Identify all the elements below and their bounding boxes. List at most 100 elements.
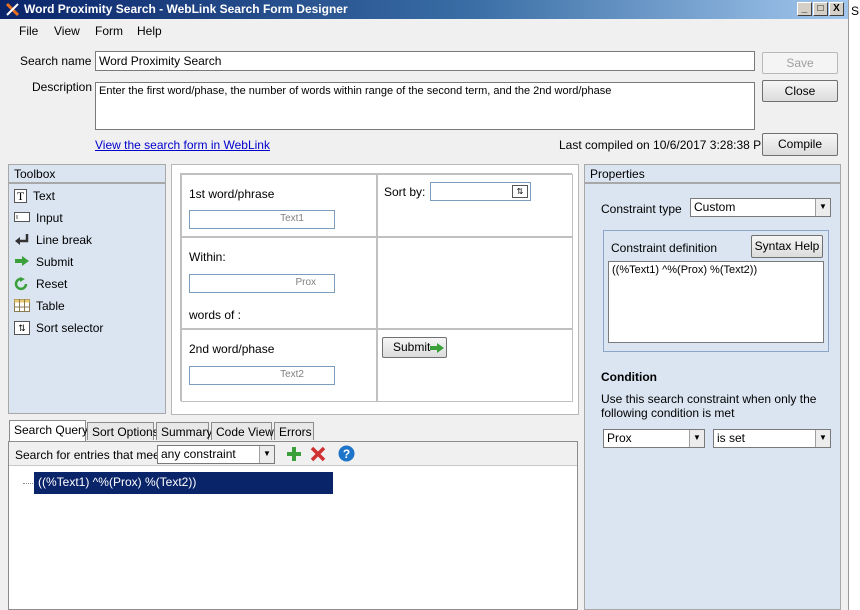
toolbox-item-submit[interactable]: Submit <box>14 254 73 274</box>
submit-label: Submit <box>393 340 431 354</box>
compile-button[interactable]: Compile <box>762 133 838 156</box>
maximize-button[interactable]: □ <box>813 2 828 16</box>
text2-input[interactable]: Text2 <box>189 366 335 385</box>
chevron-down-icon: ▼ <box>689 430 704 447</box>
syntax-help-button[interactable]: Syntax Help <box>751 235 823 258</box>
constraint-definition-input[interactable]: ((%Text1) ^%(Prox) %(Text2)) <box>608 261 824 343</box>
tab-summary[interactable]: Summary <box>156 422 212 440</box>
text1-input[interactable]: Text1 <box>189 210 335 229</box>
condition-field-value: Prox <box>607 431 632 445</box>
condition-title: Condition <box>601 370 657 384</box>
search-name-label: Search name <box>20 54 92 68</box>
table-cell[interactable] <box>377 237 573 329</box>
toolbox-header: Toolbox <box>8 164 166 183</box>
save-button[interactable]: Save <box>762 52 838 74</box>
toolbox-label: Sort selector <box>36 320 104 335</box>
delete-icon[interactable] <box>310 446 326 462</box>
window-title: Word Proximity Search - WebLink Search F… <box>24 2 348 16</box>
description-input[interactable]: Enter the first word/phase, the number o… <box>95 82 755 130</box>
menu-form[interactable]: Form <box>95 24 123 38</box>
svg-text:?: ? <box>343 447 350 461</box>
menu-file[interactable]: File <box>19 24 38 38</box>
condition-operator-value: is set <box>717 431 746 445</box>
toolbox-item-text[interactable]: T Text <box>14 188 55 208</box>
condition-description: Use this search constraint when only the… <box>601 392 817 420</box>
menu-help[interactable]: Help <box>137 24 162 38</box>
toolbox-label: Input <box>36 210 63 225</box>
sort-selector-icon: ⇅ <box>14 320 30 335</box>
words-of-label: words of : <box>189 308 242 322</box>
description-label: Description <box>32 80 93 94</box>
input-tool-icon <box>14 211 30 225</box>
reset-icon <box>14 276 30 291</box>
constraint-type-value: Custom <box>694 200 736 214</box>
sort-by-label: Sort by: <box>384 185 426 199</box>
chevron-down-icon: ▼ <box>259 446 274 463</box>
toolbox-item-table[interactable]: Table <box>14 298 65 318</box>
last-compiled-text: Last compiled on 10/6/2017 3:28:38 PM <box>559 138 772 152</box>
condition-operator-select[interactable]: is set ▼ <box>713 429 831 448</box>
match-value: any constraint <box>161 447 236 461</box>
match-label: Search for entries that meet <box>15 448 164 462</box>
table-icon <box>14 298 30 313</box>
properties-panel: Constraint type Custom ▼ Constraint defi… <box>584 183 841 610</box>
submit-arrow-icon <box>430 343 444 353</box>
close-button[interactable]: Close <box>762 80 838 102</box>
toolbox-label: Line break <box>36 232 93 247</box>
search-name-input[interactable]: Word Proximity Search <box>95 51 755 71</box>
toolbox-item-sort-selector[interactable]: ⇅ Sort selector <box>14 320 103 340</box>
text-tool-icon: T <box>14 188 27 203</box>
layout-table: 1st word/phrase Text1 Sort by: ⇅ Within:… <box>180 173 573 402</box>
design-canvas: 1st word/phrase Text1 Sort by: ⇅ Within:… <box>171 164 579 415</box>
toolbox-label: Submit <box>36 254 74 269</box>
tab-errors[interactable]: Errors <box>274 422 314 440</box>
submit-button[interactable]: Submit <box>382 337 447 358</box>
table-cell[interactable]: Sort by: ⇅ <box>377 174 573 237</box>
toolbox-label: Table <box>36 298 65 313</box>
table-cell[interactable]: 2nd word/phase Text2 <box>181 329 377 402</box>
condition-field-select[interactable]: Prox ▼ <box>603 429 705 448</box>
match-select[interactable]: any constraint ▼ <box>157 445 275 464</box>
toolbox-label: Text <box>33 188 56 203</box>
line-break-icon <box>14 233 30 247</box>
constraint-type-select[interactable]: Custom ▼ <box>690 198 831 217</box>
within-label: Within: <box>189 250 226 264</box>
tab-sort-options[interactable]: Sort Options <box>87 422 159 440</box>
toolbox-label: Reset <box>36 276 68 291</box>
query-toolbar: Search for entries that meet any constra… <box>9 442 577 466</box>
first-word-label: 1st word/phrase <box>189 187 275 201</box>
toolbox-panel: T Text Input Line break Submit Reset Tabl… <box>8 183 166 414</box>
table-cell[interactable]: Submit <box>377 329 573 402</box>
menu-view[interactable]: View <box>54 24 80 38</box>
submit-arrow-icon <box>14 255 30 269</box>
sort-selector-icon: ⇅ <box>512 185 528 198</box>
tab-search-query[interactable]: Search Query <box>9 420 88 441</box>
prox-input[interactable]: Prox <box>189 274 335 293</box>
second-word-label: 2nd word/phase <box>189 342 275 356</box>
background-window-edge: S <box>848 0 860 610</box>
sort-by-select[interactable]: ⇅ <box>430 182 531 201</box>
view-in-weblink-link[interactable]: View the search form in WebLink <box>95 138 270 152</box>
toolbox-item-input[interactable]: Input <box>14 210 63 230</box>
app-icon <box>5 2 20 17</box>
table-cell[interactable]: Within: Prox words of : <box>181 237 377 329</box>
title-bar: Word Proximity Search - WebLink Search F… <box>0 0 860 19</box>
tree-connector <box>23 483 33 484</box>
table-cell[interactable]: 1st word/phrase Text1 <box>181 174 377 237</box>
minimize-button[interactable]: _ <box>797 2 812 16</box>
search-query-panel: Search for entries that meet any constra… <box>8 441 578 610</box>
chevron-down-icon: ▼ <box>815 199 830 216</box>
edge-letter: S <box>851 4 860 18</box>
constraint-tree-item[interactable]: ((%Text1) ^%(Prox) %(Text2)) <box>34 472 333 494</box>
constraint-definition-group: Constraint definition Syntax Help ((%Tex… <box>603 230 829 352</box>
constraint-type-label: Constraint type <box>601 202 682 216</box>
chevron-down-icon: ▼ <box>815 430 830 447</box>
toolbox-item-reset[interactable]: Reset <box>14 276 67 296</box>
help-icon[interactable]: ? <box>338 445 355 462</box>
close-window-button[interactable]: X <box>829 2 844 16</box>
toolbox-item-line-break[interactable]: Line break <box>14 232 92 252</box>
properties-header: Properties <box>584 164 841 183</box>
tab-code-view[interactable]: Code View <box>211 422 274 440</box>
add-icon[interactable] <box>286 446 302 462</box>
constraint-definition-label: Constraint definition <box>611 241 718 255</box>
